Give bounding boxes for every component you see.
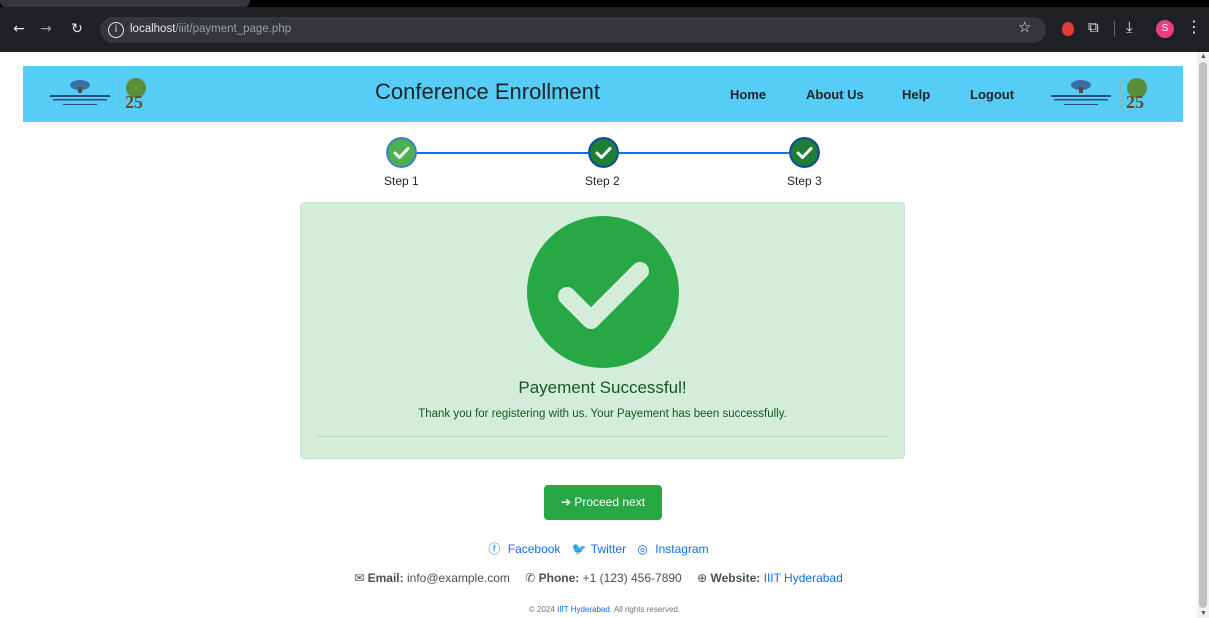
toolbar-separator	[1114, 21, 1115, 37]
proceed-next-button[interactable]: ➔ Proceed next	[544, 485, 662, 520]
nav-about-us[interactable]: About Us	[806, 87, 864, 102]
instagram-label: Instagram	[655, 542, 709, 556]
copyright-prefix: © 2024	[528, 605, 555, 614]
contact-info: ✉ Email: info@example.com ✆ Phone: +1 (1…	[0, 571, 1197, 585]
extension-icon[interactable]	[1062, 22, 1074, 36]
globe-icon: ⊕	[697, 571, 708, 585]
page-scrollbar[interactable]: ▲ ▼	[1197, 52, 1209, 618]
svg-text:25: 25	[1126, 92, 1144, 112]
step-connector-2	[618, 152, 790, 154]
nav-logout[interactable]: Logout	[970, 87, 1014, 102]
download-icon[interactable]: ⤓	[1126, 18, 1133, 36]
phone-label: Phone:	[538, 571, 580, 585]
social-links: ⓕ Facebook 🐦 Twitter ◎ Instagram	[0, 540, 1197, 557]
site-info-icon[interactable]: i	[108, 22, 124, 38]
site-header: 25 Conference Enrollment Home About Us H…	[23, 66, 1183, 122]
twitter-icon: 🐦	[571, 542, 587, 556]
envelope-icon: ✉	[354, 571, 365, 585]
success-message: Thank you for registering with us. Your …	[418, 408, 787, 420]
twitter-link[interactable]: 🐦 Twitter	[570, 542, 628, 556]
reload-icon[interactable]: ↻	[66, 18, 88, 40]
copyright-suffix: . All rights reserved.	[609, 605, 681, 614]
step-3-check-icon	[789, 137, 820, 168]
url-text[interactable]: localhost/iiit/payment_page.php	[130, 23, 291, 35]
facebook-icon: ⓕ	[488, 542, 501, 556]
success-alert: Payement Successful! Thank you for regis…	[300, 202, 905, 459]
back-arrow-icon[interactable]: ←	[8, 18, 30, 40]
email-value: info@example.com	[406, 571, 510, 585]
browser-toolbar: ← → ↻ i localhost/iiit/payment_page.php …	[0, 0, 1209, 52]
success-check-icon	[527, 216, 679, 368]
phone-value: +1 (123) 456-7890	[582, 571, 682, 585]
step-1-label: Step 1	[384, 174, 419, 188]
contact-email: ✉ Email: info@example.com	[354, 571, 510, 585]
step-2-label: Step 2	[585, 174, 620, 188]
nav-help[interactable]: Help	[902, 87, 930, 102]
step-connector-1	[416, 152, 588, 154]
profile-avatar[interactable]: S	[1156, 20, 1174, 38]
scroll-thumb[interactable]	[1199, 62, 1207, 608]
scroll-up-arrow-icon[interactable]: ▲	[1200, 53, 1207, 60]
email-label: Email:	[367, 571, 404, 585]
url-host: localhost	[130, 23, 176, 35]
contact-phone: ✆ Phone: +1 (123) 456-7890	[525, 571, 682, 585]
instagram-icon: ◎	[637, 542, 648, 556]
brand-title[interactable]: Conference Enrollment	[375, 79, 600, 105]
nav-home[interactable]: Home	[730, 87, 766, 102]
step-3-label: Step 3	[787, 174, 822, 188]
facebook-link[interactable]: ⓕ Facebook	[486, 542, 562, 556]
step-1-check-icon	[386, 137, 417, 168]
svg-text:25: 25	[125, 92, 143, 112]
active-tab[interactable]	[0, 0, 250, 7]
instagram-link[interactable]: ◎ Instagram	[635, 542, 710, 556]
extensions-puzzle-icon[interactable]: ⧉	[1088, 18, 1099, 36]
address-bar[interactable]: i localhost/iiit/payment_page.php	[100, 17, 1046, 43]
card-divider	[317, 436, 888, 437]
success-title: Payement Successful!	[518, 378, 687, 397]
website-label: Website:	[710, 571, 761, 585]
copyright: © 2024 IIIT Hyderabad. All rights reserv…	[0, 605, 1209, 614]
iiit-logo[interactable]: 25	[45, 74, 160, 114]
iiit-logo-right[interactable]: 25	[1046, 74, 1161, 114]
browser-menu-icon[interactable]: ⋮	[1186, 17, 1202, 36]
twitter-label: Twitter	[590, 542, 627, 556]
forward-arrow-icon[interactable]: →	[35, 18, 57, 40]
contact-website: ⊕ Website: IIIT Hyderabad	[697, 571, 843, 585]
phone-icon: ✆	[525, 571, 536, 585]
url-path: /iiit/payment_page.php	[175, 23, 292, 35]
facebook-label: Facebook	[507, 542, 561, 556]
website-link[interactable]: IIIT Hyderabad	[764, 571, 843, 585]
step-2-check-icon	[588, 137, 619, 168]
copyright-link[interactable]: IIIT Hyderabad	[557, 605, 610, 614]
bookmark-star-icon[interactable]: ☆	[1018, 18, 1031, 36]
